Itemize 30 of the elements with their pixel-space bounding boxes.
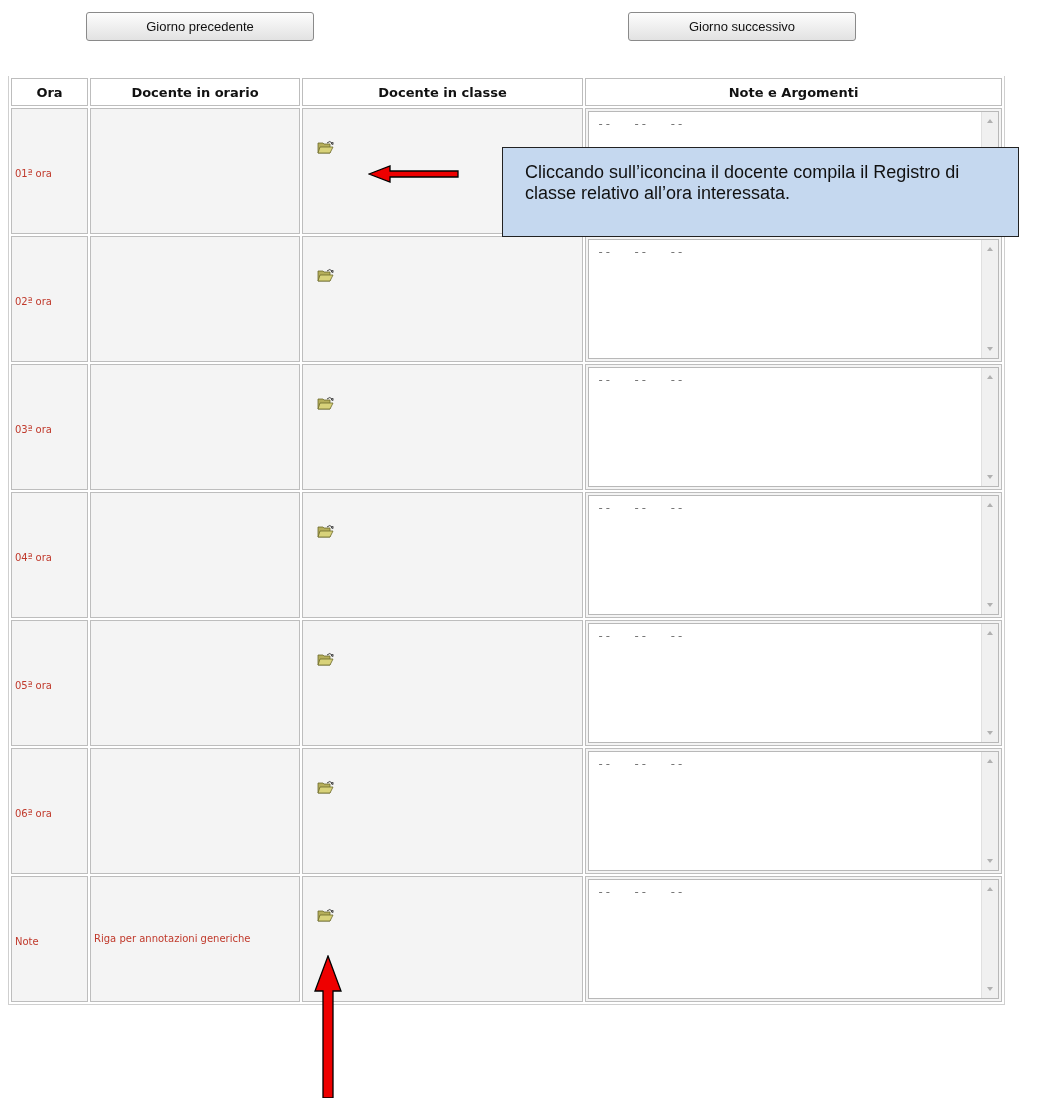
notes-field[interactable]: -- -- --	[588, 623, 999, 743]
notes-field[interactable]: -- -- --	[588, 239, 999, 359]
notes-field[interactable]: -- -- --	[588, 879, 999, 999]
arrow-icon	[368, 164, 460, 184]
folder-icon[interactable]	[317, 780, 334, 794]
hour-label: 04ª ora	[14, 551, 52, 563]
hour-label: 03ª ora	[14, 423, 52, 435]
folder-icon[interactable]	[317, 268, 334, 282]
notes-field[interactable]: -- -- --	[588, 495, 999, 615]
folder-icon[interactable]	[317, 524, 334, 538]
hour-label: 01ª ora	[14, 167, 52, 179]
day-button[interactable]: Giorno successivo	[628, 12, 856, 41]
folder-icon[interactable]	[317, 140, 334, 154]
callout-tooltip: Cliccando sull’iconcina il docente compila il Registro di classe relativo all’ora interessata.	[502, 147, 1019, 237]
hour-label: 05ª ora	[14, 679, 52, 691]
hour-label: Note	[14, 935, 39, 947]
notes-field[interactable]: -- -- --	[588, 367, 999, 487]
folder-icon[interactable]	[317, 908, 334, 922]
notes-field[interactable]: -- -- --	[588, 751, 999, 871]
arrow-icon	[313, 955, 343, 1098]
column-header: Docente in orario	[90, 78, 300, 106]
column-header: Docente in classe	[302, 78, 583, 106]
column-header: Ora	[11, 78, 88, 106]
hour-label: 06ª ora	[14, 807, 52, 819]
day-button[interactable]: Giorno precedente	[86, 12, 314, 41]
row-description: Riga per annotazioni generiche	[93, 932, 252, 946]
folder-icon[interactable]	[317, 396, 334, 410]
hour-label: 02ª ora	[14, 295, 52, 307]
column-header: Note e Argomenti	[585, 78, 1002, 106]
folder-icon[interactable]	[317, 652, 334, 666]
